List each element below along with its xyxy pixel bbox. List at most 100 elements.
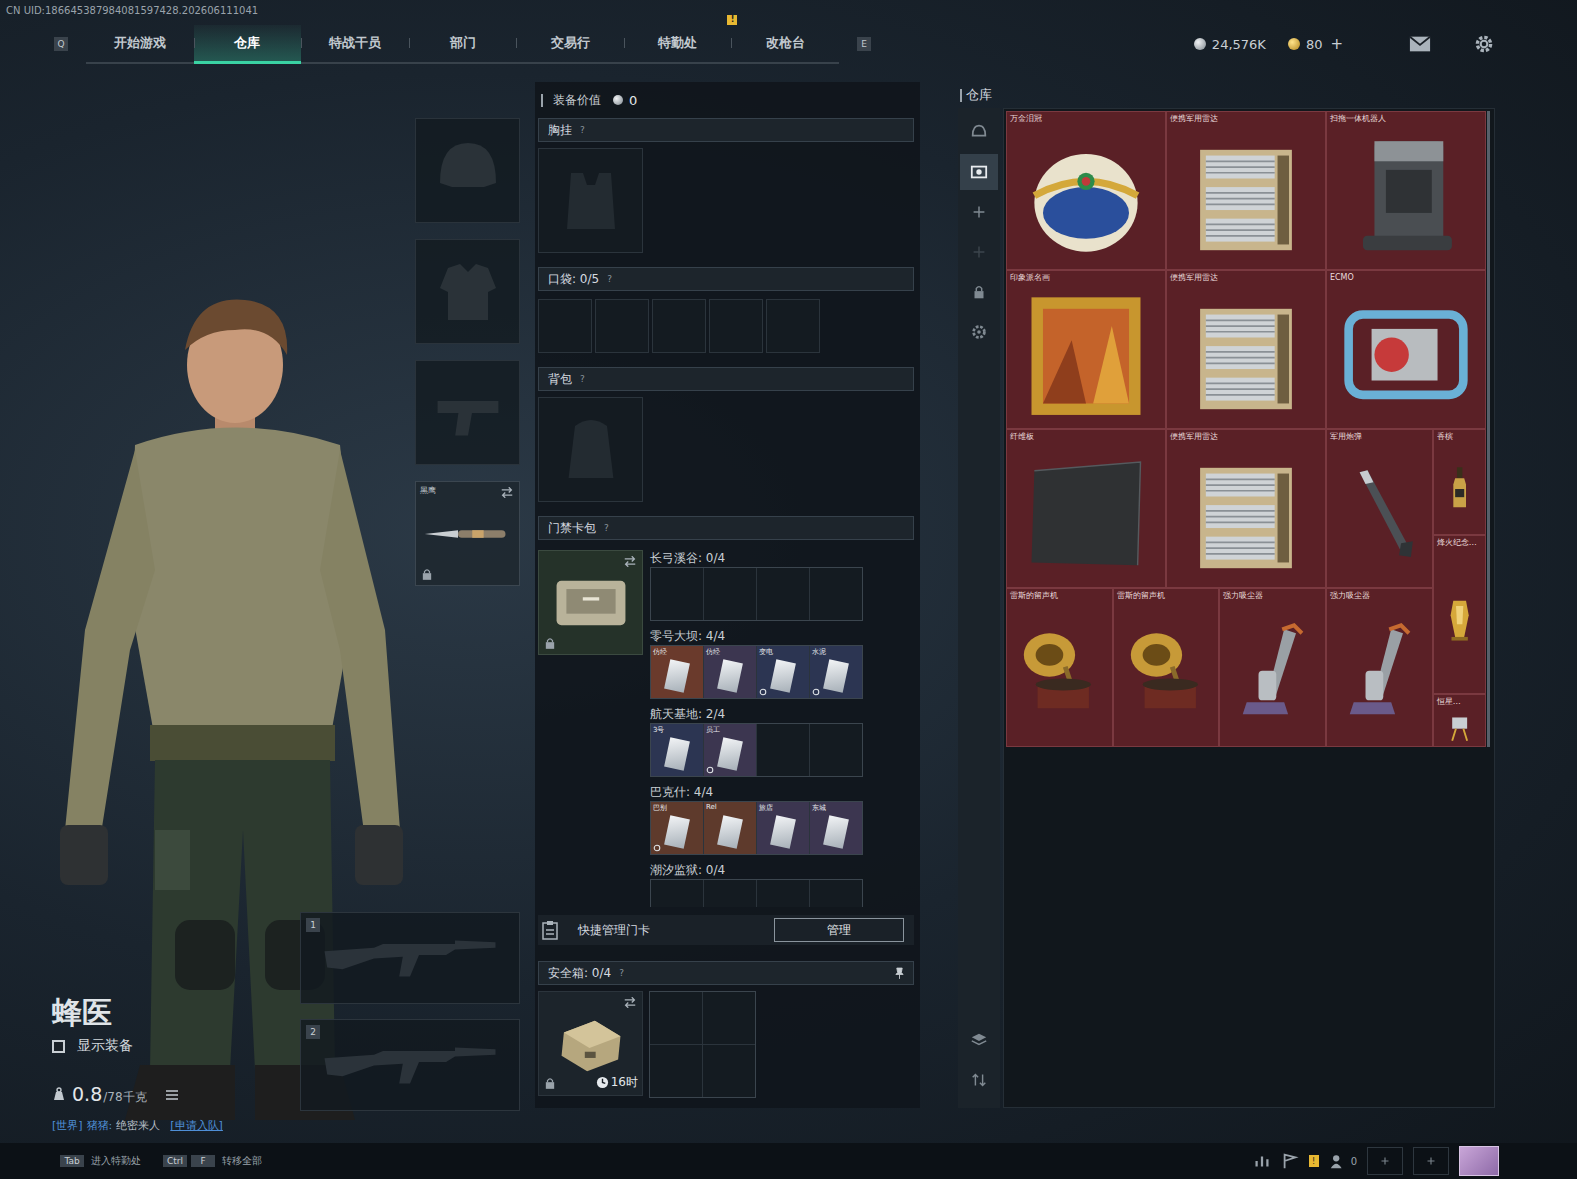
safebox-cell[interactable] [650,992,702,1044]
add-slot-button[interactable] [1367,1147,1403,1175]
weapon-slot[interactable]: 1 [300,912,520,1004]
sort-button[interactable] [960,1062,998,1098]
layers-button[interactable] [960,1022,998,1058]
inventory-item[interactable]: 万金泪冠 [1006,111,1166,270]
settings-gear-icon[interactable] [1473,34,1495,54]
bottle-icon [1437,442,1482,532]
sidebar-tab[interactable] [960,154,998,190]
inventory-item[interactable]: 纤维板 [1006,429,1166,588]
inventory-item[interactable]: 恒星… [1433,694,1486,747]
mail-icon[interactable] [1409,34,1431,54]
keycard-cell[interactable] [757,568,809,620]
pocket-slot[interactable] [709,299,763,353]
equipment-slot[interactable] [415,239,520,344]
weapon-slot[interactable]: 2 [300,1019,520,1111]
add-slot-button[interactable] [1413,1147,1449,1175]
list-icon[interactable] [165,1089,179,1101]
nav-tab[interactable]: 特勤处 ! [624,25,732,64]
pocket-slot[interactable] [538,299,592,353]
scrollbar[interactable] [1487,111,1490,747]
help-icon[interactable]: ? [604,523,609,533]
keycard-cell[interactable] [757,880,809,907]
help-icon[interactable]: ? [580,374,585,384]
keycard-cell[interactable]: 仿经 [651,646,703,698]
nav-tab[interactable]: 特战干员 [301,25,409,64]
help-icon[interactable]: ? [619,968,624,978]
inventory-item[interactable]: 便携军用雷达 [1166,111,1326,270]
safebox-cell[interactable] [650,1045,702,1097]
inventory-item[interactable]: 雷斯的留声机 [1113,588,1220,747]
inventory-item[interactable]: 便携军用雷达 [1166,429,1326,588]
nav-tab[interactable]: 开始游戏 [86,25,194,64]
pocket-slot[interactable] [652,299,706,353]
pin-icon[interactable] [895,967,904,980]
inventory-item[interactable]: 扫拖一体机器人 [1326,111,1486,270]
nav-tab[interactable]: 仓库 [194,25,302,64]
join-team-link[interactable]: [申请入队] [170,1118,223,1133]
keycard-cell[interactable] [810,880,862,907]
keycard-cell[interactable] [810,568,862,620]
nav-tab[interactable]: 交易行 [516,25,624,64]
sidebar-tab[interactable] [960,114,998,150]
safebox-cell[interactable] [703,1045,755,1097]
keycard-case-slot[interactable] [538,550,643,655]
keycard-cell[interactable] [757,724,809,776]
equipment-slot[interactable] [415,360,520,465]
safebox-cell[interactable] [703,992,755,1044]
keycard-cell[interactable]: 水泥 [810,646,862,698]
help-icon[interactable]: ? [607,274,612,284]
nav-tab[interactable]: 改枪台 [731,25,839,64]
sidebar-tab[interactable] [960,194,998,230]
chest-rig-slot[interactable] [538,148,643,253]
swap-icon[interactable] [500,487,514,498]
keycard-cell[interactable]: 3号 [651,724,703,776]
show-gear-checkbox[interactable]: 显示装备 [52,1037,300,1055]
keycard-cell[interactable] [704,568,756,620]
plus-icon [1378,1154,1392,1168]
inventory-item[interactable]: 强力吸尘器 [1326,588,1433,747]
nav-tab[interactable]: 部门 [409,25,517,64]
keycard-cell[interactable] [651,568,703,620]
keycard-cell[interactable]: 员工 [704,724,756,776]
key-hint[interactable]: CtrlF转移全部 [163,1154,262,1168]
key-hint[interactable]: Q [54,37,68,51]
stats-icon[interactable] [1253,1152,1271,1170]
inventory-item[interactable]: 便携军用雷达 [1166,270,1326,429]
add-token-button[interactable]: + [1330,35,1343,53]
help-icon[interactable]: ? [580,125,585,135]
sidebar-tab[interactable] [960,314,998,350]
pocket-slot[interactable] [766,299,820,353]
keycard-cell[interactable]: 旅店 [757,802,809,854]
keycard-cell[interactable]: 仿经 [704,646,756,698]
inventory-item[interactable]: 雷斯的留声机 [1006,588,1113,747]
keycard-cell[interactable] [651,880,703,907]
flag-icon[interactable] [1281,1152,1299,1170]
backpack-slot[interactable] [538,397,643,502]
equipment-slot[interactable] [415,118,520,223]
friends-icon[interactable] [1329,1152,1347,1170]
swap-icon[interactable] [623,556,637,567]
inventory-item[interactable]: 军用炮弹 [1326,429,1433,588]
keycard-cell[interactable]: 变电 [757,646,809,698]
inventory-item[interactable]: 强力吸尘器 [1219,588,1326,747]
keycard-cell[interactable] [810,724,862,776]
inventory-item[interactable]: 香槟 [1433,429,1486,535]
sidebar-tab[interactable] [960,234,998,270]
key-hint[interactable]: E [857,37,871,51]
keycard-cell[interactable] [704,880,756,907]
swap-icon[interactable] [623,997,637,1008]
inventory-item[interactable]: 印象派名画 [1006,270,1166,429]
keycard-cell[interactable]: 东城 [810,802,862,854]
key-hint[interactable]: Tab进入特勤处 [60,1154,141,1168]
safebox-slot[interactable]: 16时 [538,991,643,1096]
inventory-item[interactable]: ECMO [1326,270,1486,429]
player-avatar[interactable] [1459,1146,1499,1176]
equipment-slot[interactable]: 黑鹰 [415,481,520,586]
pocket-slot[interactable] [595,299,649,353]
sidebar-tab[interactable] [960,274,998,310]
inventory-item[interactable]: 烽火纪念… [1433,535,1486,694]
checkbox-box[interactable] [52,1040,65,1053]
keycard-cell[interactable]: Rel [704,802,756,854]
keycard-cell[interactable]: 巴别 [651,802,703,854]
manage-button[interactable]: 管理 [774,918,904,942]
